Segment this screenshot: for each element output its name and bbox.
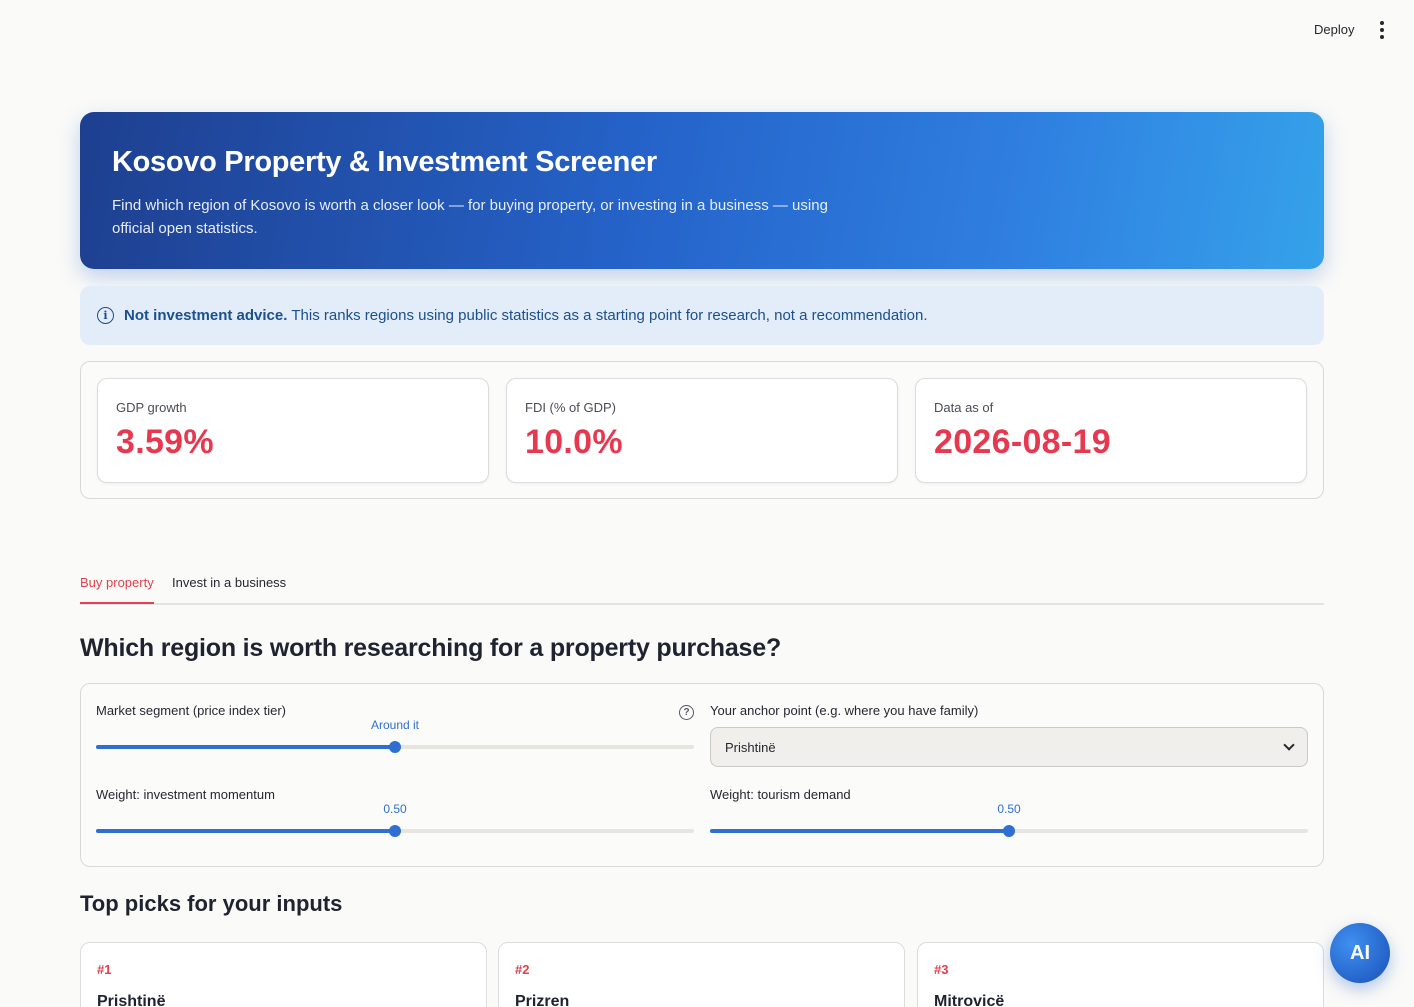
- metric-value: 3.59%: [116, 423, 214, 461]
- slider-fill: [96, 745, 395, 749]
- pick-card: #1 Prishtinë: [80, 942, 487, 1007]
- page-subtitle: Find which region of Kosovo is worth a c…: [112, 197, 828, 237]
- slider-value: 0.50: [383, 802, 407, 816]
- tab-invest-business[interactable]: Invest in a business: [172, 575, 286, 602]
- slider-thumb[interactable]: [389, 825, 401, 837]
- momentum-weight-slider[interactable]: 0.50: [96, 802, 694, 841]
- metric-value: 2026-08-19: [934, 423, 1111, 461]
- metric-gdp-growth: GDP growth 3.59%: [97, 378, 489, 483]
- momentum-weight-label: Weight: investment momentum: [96, 787, 275, 802]
- metric-value: 10.0%: [525, 423, 623, 461]
- section-heading: Which region is worth researching for a …: [80, 634, 782, 662]
- slider-value: Around it: [370, 718, 420, 732]
- tourism-weight-label: Weight: tourism demand: [710, 787, 851, 802]
- info-icon: i: [97, 307, 114, 324]
- hero-banner: Kosovo Property & Investment Screener Fi…: [80, 112, 1324, 269]
- help-icon[interactable]: ?: [679, 705, 694, 720]
- pick-card: #3 Mitrovicë: [917, 942, 1324, 1007]
- pick-card: #2 Prizren: [498, 942, 905, 1007]
- deploy-button[interactable]: Deploy: [1306, 20, 1362, 39]
- pick-rank: #3: [934, 962, 949, 977]
- tab-buy-property[interactable]: Buy property: [80, 575, 154, 604]
- pick-rank: #1: [97, 962, 112, 977]
- disclaimer-notice: i Not investment advice. This ranks regi…: [80, 286, 1324, 345]
- metric-fdi: FDI (% of GDP) 10.0%: [506, 378, 898, 483]
- mode-tabs: Buy property Invest in a business: [80, 570, 1324, 605]
- slider-thumb[interactable]: [1003, 825, 1015, 837]
- disclaimer-text: This ranks regions using public statisti…: [291, 307, 928, 324]
- anchor-select[interactable]: Prishtinë: [710, 727, 1308, 767]
- metric-label: Data as of: [934, 400, 994, 415]
- chevron-down-icon: [1283, 739, 1295, 751]
- anchor-selected-value: Prishtinë: [725, 739, 776, 755]
- inputs-panel: Market segment (price index tier) ? Arou…: [80, 683, 1324, 867]
- pick-region-name: Prizren: [515, 993, 570, 1007]
- market-segment-slider[interactable]: Around it: [96, 718, 694, 757]
- top-picks-heading: Top picks for your inputs: [80, 891, 343, 916]
- slider-value: 0.50: [997, 802, 1021, 816]
- pick-region-name: Mitrovicë: [934, 993, 1005, 1007]
- metric-data-date: Data as of 2026-08-19: [915, 378, 1307, 483]
- app-toolbar: Deploy: [0, 0, 1414, 60]
- kebab-menu-icon[interactable]: [1376, 21, 1388, 39]
- metric-label: GDP growth: [116, 400, 187, 415]
- ai-assistant-button[interactable]: AI: [1330, 923, 1390, 983]
- page-title: Kosovo Property & Investment Screener: [112, 146, 657, 178]
- anchor-label: Your anchor point (e.g. where you have f…: [710, 703, 979, 718]
- metrics-panel: GDP growth 3.59% FDI (% of GDP) 10.0% Da…: [80, 361, 1324, 499]
- market-segment-label: Market segment (price index tier): [96, 703, 287, 718]
- slider-fill: [710, 829, 1009, 833]
- pick-region-name: Prishtinë: [97, 993, 166, 1007]
- metric-label: FDI (% of GDP): [525, 400, 617, 415]
- pick-rank: #2: [515, 962, 530, 977]
- disclaimer-bold: Not investment advice.: [124, 307, 288, 324]
- slider-thumb[interactable]: [389, 741, 401, 753]
- tourism-weight-slider[interactable]: 0.50: [710, 802, 1308, 841]
- slider-fill: [96, 829, 395, 833]
